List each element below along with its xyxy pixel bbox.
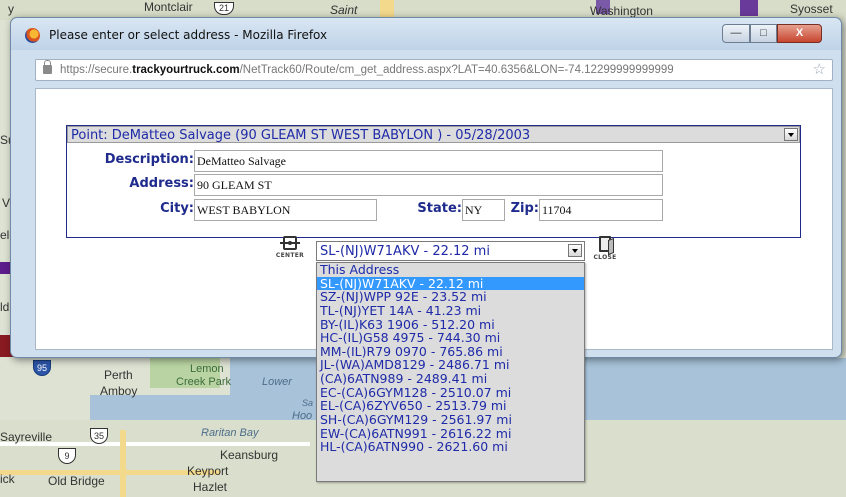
dropdown-option[interactable]: (CA)6ATN989 - 2489.41 mi (317, 372, 584, 386)
map-label: ick (0, 472, 15, 486)
dropdown-option[interactable]: SZ-(NJ)WPP 92E - 23.52 mi (317, 290, 584, 304)
map-label: Washington (590, 4, 653, 18)
city-field[interactable]: WEST BABYLON (194, 199, 377, 221)
dropdown-option[interactable]: EL-(CA)6ZYV650 - 2513.79 mi (317, 399, 584, 413)
map-marker (740, 0, 758, 16)
zip-label: Zip: (510, 201, 539, 216)
address-bar[interactable]: https://secure.trackyourtruck.com/NetTra… (35, 59, 833, 81)
center-label: CENTER (275, 252, 305, 259)
map-label: Saint (330, 3, 358, 17)
state-label: State: (417, 201, 462, 216)
close-window-button[interactable]: X (777, 24, 822, 43)
map-label: Keansburg (220, 448, 279, 462)
firefox-icon (25, 28, 40, 43)
map-label: ld (0, 300, 10, 314)
window-titlebar[interactable]: Please enter or select address - Mozilla… (11, 18, 841, 50)
dropdown-option[interactable]: EW-(CA)6ATN991 - 2616.22 mi (317, 427, 584, 441)
map-label: Lower (262, 376, 292, 388)
city-label: City: (160, 201, 194, 216)
map-label: Perth (104, 368, 133, 382)
dropdown-option[interactable]: JL-(WA)AMD8129 - 2486.71 mi (317, 358, 584, 372)
state-field[interactable]: NY (462, 199, 505, 221)
center-button[interactable]: CENTER (273, 236, 307, 259)
dropdown-option[interactable]: TL-(NJ)YET 14A - 41.23 mi (317, 304, 584, 318)
dropdown-option[interactable]: This Address (317, 263, 584, 277)
map-label: Hazlet (193, 480, 228, 494)
url-text: https://secure.trackyourtruck.com/NetTra… (60, 64, 674, 76)
dropdown-option[interactable]: MM-(IL)R79 0970 - 765.86 mi (317, 345, 584, 359)
map-label: Syosset (790, 2, 833, 16)
dropdown-option[interactable]: SH-(CA)6GYM129 - 2561.97 mi (317, 413, 584, 427)
chevron-down-icon[interactable] (568, 244, 582, 257)
window-title: Please enter or select address - Mozilla… (49, 28, 328, 42)
map-label: y (8, 2, 14, 16)
dropdown-option[interactable]: EC-(CA)6GYM128 - 2510.07 mi (317, 386, 584, 400)
map-label: V (2, 196, 11, 210)
map-label: Old Bridge (48, 474, 105, 488)
address-panel: Point: DeMatteo Salvage (90 GLEAM ST WES… (66, 125, 801, 238)
map-label: Hoo (292, 410, 313, 422)
point-select[interactable]: Point: DeMatteo Salvage (90 GLEAM ST WES… (67, 126, 800, 143)
map-label: Lemon (190, 363, 224, 375)
address-label: Address: (129, 176, 194, 191)
description-field[interactable]: DeMatteo Salvage (194, 150, 663, 172)
point-select-value: Point: DeMatteo Salvage (90 GLEAM ST WES… (71, 128, 531, 143)
map-label: Keyport (187, 464, 229, 478)
map-label: Amboy (100, 384, 138, 398)
close-button[interactable]: CLOSE (590, 236, 620, 261)
map-label: Raritan Bay (201, 427, 259, 439)
lock-icon (43, 60, 52, 74)
dropdown-option[interactable]: HC-(IL)G58 4975 - 744.30 mi (317, 331, 584, 345)
map-label: Sa (302, 398, 314, 408)
maximize-button[interactable]: □ (750, 24, 777, 43)
route-shield-icon: 95 (33, 360, 51, 376)
url-domain: trackyourtruck.com (132, 64, 240, 76)
minimize-button[interactable]: — (722, 24, 750, 43)
unit-select[interactable]: SL-(NJ)W71AKV - 22.12 mi (316, 241, 585, 261)
map-road (120, 430, 126, 497)
zip-field[interactable]: 11704 (539, 199, 663, 221)
description-label: Description: (104, 152, 194, 167)
dropdown-option[interactable]: HL-(CA)6ATN990 - 2621.60 mi (317, 440, 584, 454)
map-label: Creek Park (176, 376, 232, 388)
address-field[interactable]: 90 GLEAM ST (194, 174, 663, 196)
map-label: Montclair (144, 0, 193, 14)
map-label: Sayreville (0, 430, 53, 444)
close-label: CLOSE (593, 254, 617, 261)
unit-select-value: SL-(NJ)W71AKV - 22.12 mi (320, 244, 490, 259)
dropdown-option[interactable]: SL-(NJ)W71AKV - 22.12 mi (317, 276, 584, 291)
dropdown-option[interactable]: BY-(IL)K63 1906 - 512.20 mi (317, 318, 584, 332)
chevron-down-icon[interactable] (784, 128, 798, 141)
url-path: /NetTrack60/Route/cm_get_address.aspx?LA… (239, 64, 674, 76)
crosshair-icon (280, 236, 300, 250)
unit-dropdown-list[interactable]: This Address SL-(NJ)W71AKV - 22.12 mi SZ-(… (316, 262, 585, 482)
url-prefix: https://secure. (60, 64, 133, 76)
door-icon (599, 236, 611, 252)
bookmark-star-icon[interactable]: ☆ (813, 62, 826, 78)
